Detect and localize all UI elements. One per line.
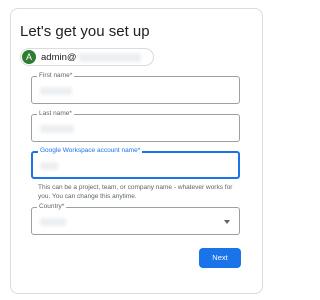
redacted-email-domain — [78, 52, 141, 62]
avatar: A — [22, 50, 36, 64]
country-select[interactable]: Country* — [31, 202, 240, 235]
last-name-label: Last name* — [37, 109, 74, 119]
last-name-value-redacted — [40, 125, 74, 133]
workspace-account-name-value-redacted — [40, 162, 58, 170]
workspace-helper-text: This can be a project, team, or company … — [38, 184, 233, 200]
last-name-field[interactable]: Last name* — [31, 109, 240, 142]
first-name-value-redacted — [40, 87, 72, 95]
next-button[interactable]: Next — [199, 248, 241, 268]
country-label: Country* — [37, 202, 67, 212]
dropdown-arrow-icon — [224, 220, 230, 224]
workspace-account-name-field[interactable]: Google Workspace account name* — [31, 146, 240, 179]
account-chip[interactable]: A admin@ — [20, 48, 154, 66]
first-name-label: First name* — [37, 71, 75, 81]
workspace-account-name-label: Google Workspace account name* — [38, 146, 143, 156]
account-email: admin@ — [41, 51, 77, 63]
page-title: Let's get you set up — [20, 23, 150, 40]
first-name-field[interactable]: First name* — [31, 71, 240, 104]
country-value-redacted — [40, 218, 66, 226]
